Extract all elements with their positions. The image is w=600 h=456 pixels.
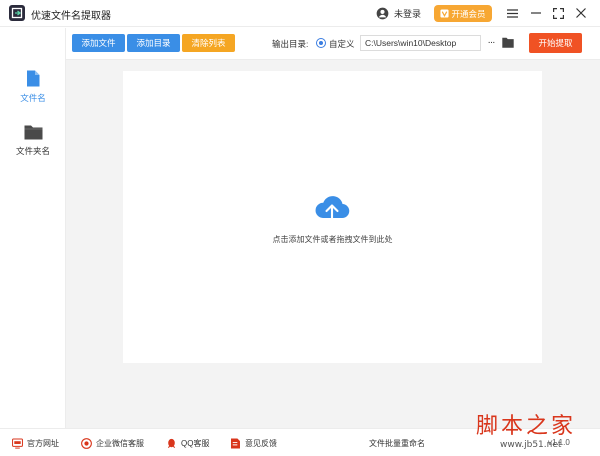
toolbar: 添加文件 添加目录 清除列表 输出目录: 自定义 ··· 开始提取 (66, 28, 600, 60)
wechat-support-label: 企业微信客服 (96, 438, 144, 448)
app-title: 优速文件名提取器 (31, 11, 111, 22)
vip-label: 开通会员 (451, 8, 486, 19)
qq-support-link[interactable]: QQ客服 (166, 437, 209, 449)
website-link[interactable]: 官方网址 (12, 437, 59, 449)
sidebar-item-label: 文件名 (20, 93, 46, 103)
feedback-link[interactable]: 意见反馈 (230, 437, 277, 449)
main-content: 点击添加文件或者拖拽文件到此处 (66, 60, 600, 428)
custom-radio[interactable] (316, 38, 326, 48)
add-file-button[interactable]: 添加文件 (72, 34, 125, 52)
output-dir-label: 输出目录: (272, 39, 309, 49)
qq-icon (167, 438, 176, 448)
add-directory-button[interactable]: 添加目录 (127, 34, 180, 52)
start-extract-button[interactable]: 开始提取 (529, 33, 582, 53)
more-label: ··· (487, 37, 496, 48)
feedback-label: 意见反馈 (245, 438, 277, 448)
login-status: 未登录 (394, 9, 422, 19)
folder-icon (24, 125, 42, 140)
more-icon[interactable]: ··· (484, 36, 498, 50)
sidebar: 文件名 文件夹名 (0, 28, 66, 428)
close-icon[interactable] (574, 6, 588, 20)
vip-button[interactable]: 开通会员 (434, 5, 492, 22)
app-logo (9, 5, 25, 21)
drop-zone[interactable]: 点击添加文件或者拖拽文件到此处 (123, 71, 542, 363)
login-button[interactable]: 未登录 (376, 6, 421, 21)
website-label: 官方网址 (27, 438, 59, 448)
sidebar-item-filename[interactable]: 文件名 (0, 70, 66, 104)
batch-rename-link[interactable]: 文件批量重命名 (369, 438, 425, 449)
wechat-icon (81, 437, 92, 449)
user-icon (376, 7, 389, 20)
watermark: 脚本之家 www.jb51.net (476, 408, 600, 456)
maximize-icon[interactable] (551, 6, 565, 20)
sidebar-item-label: 文件夹名 (15, 146, 50, 156)
qq-support-label: QQ客服 (181, 438, 210, 448)
title-bar: 优速文件名提取器 未登录 开通会员 (0, 0, 600, 27)
drop-hint: 点击添加文件或者拖拽文件到此处 (272, 235, 393, 244)
minimize-icon[interactable] (529, 6, 543, 20)
cloud-upload-icon (315, 196, 350, 223)
sidebar-item-foldername[interactable]: 文件夹名 (0, 124, 66, 157)
feedback-icon (231, 438, 240, 448)
wechat-support-link[interactable]: 企业微信客服 (81, 437, 144, 449)
watermark-text: 脚本之家 (476, 414, 577, 439)
clear-list-button[interactable]: 清除列表 (182, 34, 235, 52)
output-path-input[interactable] (360, 35, 481, 51)
vip-icon (440, 9, 450, 18)
watermark-url: www.jb51.net (500, 440, 562, 450)
custom-radio-label[interactable]: 自定义 (329, 38, 355, 50)
file-icon (27, 70, 40, 87)
browse-folder-icon[interactable] (502, 37, 514, 48)
menu-icon[interactable] (505, 6, 519, 20)
website-icon (12, 438, 23, 449)
